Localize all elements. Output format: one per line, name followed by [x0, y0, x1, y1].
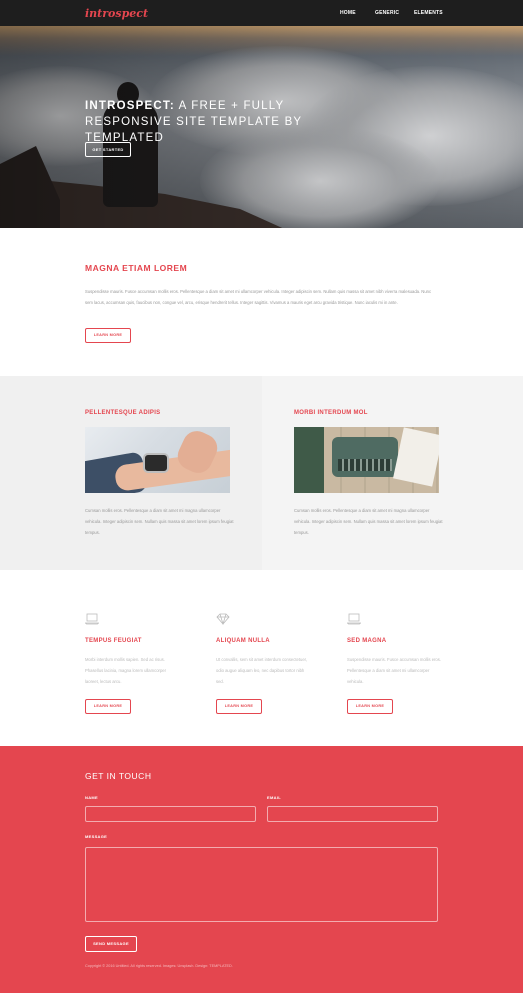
name-label: NAME	[85, 795, 98, 800]
message-label: MESSAGE	[85, 834, 108, 839]
feature-2-text: Cumsan mollis eros. Pellentesque a diam …	[294, 508, 443, 535]
top-navbar: introspect HOME GENERIC ELEMENTS	[0, 0, 523, 26]
paper-shape	[393, 427, 439, 487]
column-2-text: Ut convallis, sem sit amet interdum cons…	[216, 657, 307, 684]
typewriter-shape	[332, 437, 398, 477]
hero-banner: INTROSPECT: A FREE + FULLY RESPONSIVE SI…	[0, 26, 523, 228]
email-label: EMAIL	[267, 795, 281, 800]
typewriter-image	[294, 427, 439, 493]
nav-elements-link[interactable]: ELEMENTS	[414, 10, 443, 16]
laptop-icon	[347, 613, 361, 625]
contact-title: GET IN TOUCH	[85, 771, 152, 781]
site-logo[interactable]: introspect	[85, 7, 148, 20]
feature-2-title: MORBI INTERDUM MOL	[294, 410, 368, 416]
get-started-button[interactable]: GET STARTED	[85, 142, 131, 157]
intro-learn-more-button[interactable]: LEARN MORE	[85, 328, 131, 343]
feature-1-title: PELLENTESQUE ADIPIS	[85, 410, 161, 416]
smartwatch-image	[85, 427, 230, 493]
column-2-title: ALIQUAM NULLA	[216, 638, 270, 644]
send-message-button[interactable]: SEND MESSAGE	[85, 936, 137, 952]
name-field[interactable]	[85, 806, 256, 822]
footer-copyright: Copyright © 2016 Untitled. All rights re…	[85, 964, 233, 968]
watch-face	[143, 453, 169, 473]
feature-1-text: Cumsan mollis eros. Pellentesque a diam …	[85, 508, 234, 535]
column-1-title: TEMPUS FEUGIAT	[85, 638, 142, 644]
book-shape	[294, 427, 324, 493]
email-field[interactable]	[267, 806, 438, 822]
column-1-learn-more-button[interactable]: LEARN MORE	[85, 699, 131, 714]
intro-title: MAGNA ETIAM LOREM	[85, 263, 188, 273]
features-section	[0, 376, 523, 570]
page: introspect HOME GENERIC ELEMENTS INTROSP…	[0, 0, 523, 993]
hero-title: INTROSPECT: A FREE + FULLY RESPONSIVE SI…	[85, 98, 355, 146]
nav-generic-link[interactable]: GENERIC	[375, 10, 399, 16]
laptop-icon	[85, 613, 99, 625]
column-3-text: Suspendisse mauris. Fusce accumsan molli…	[347, 657, 442, 684]
typewriter-keys	[338, 459, 392, 471]
diamond-icon	[216, 613, 230, 625]
column-1-text: Morbi interdum mollis sapien. Sed ac ris…	[85, 657, 166, 684]
nav-home-link[interactable]: HOME	[340, 10, 356, 16]
column-3-title: SED MAGNA	[347, 638, 387, 644]
column-3-learn-more-button[interactable]: LEARN MORE	[347, 699, 393, 714]
hero-title-strong: INTROSPECT:	[85, 100, 175, 112]
column-2-learn-more-button[interactable]: LEARN MORE	[216, 699, 262, 714]
intro-text: Suspendisse mauris. Fusce accumsan molli…	[85, 289, 432, 305]
message-field[interactable]	[85, 847, 438, 922]
